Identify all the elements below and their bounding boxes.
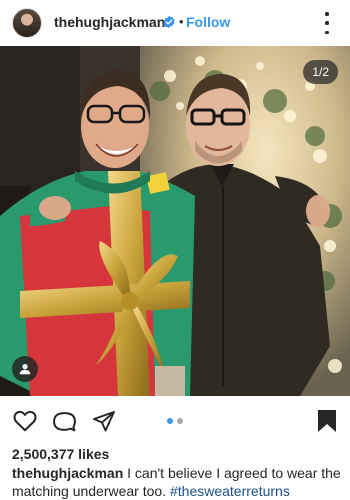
user-tag-icon[interactable]	[12, 356, 38, 382]
photo-image	[0, 46, 350, 396]
post-header: thehughjackman • Follow	[0, 0, 350, 46]
carousel-counter: 1/2	[303, 60, 338, 84]
post-caption: thehughjackman I can't believe I agreed …	[12, 464, 342, 500]
follow-button[interactable]: Follow	[186, 14, 230, 30]
carousel-dot-active	[167, 418, 173, 424]
separator-dot: •	[179, 14, 184, 29]
caption-hashtag[interactable]: #thesweaterreturns	[170, 483, 290, 499]
post-photo[interactable]: 1/2	[0, 46, 350, 396]
avatar[interactable]	[12, 8, 42, 38]
carousel-dot	[177, 418, 183, 424]
username[interactable]: thehughjackman	[54, 14, 165, 30]
more-options-icon[interactable]	[319, 12, 335, 34]
user-tag-glyph	[19, 364, 31, 375]
verified-badge-icon	[163, 15, 175, 29]
carousel-indicator	[0, 418, 350, 424]
likes-count[interactable]: 2,500,377 likes	[12, 446, 109, 462]
caption-username[interactable]: thehughjackman	[12, 465, 123, 481]
